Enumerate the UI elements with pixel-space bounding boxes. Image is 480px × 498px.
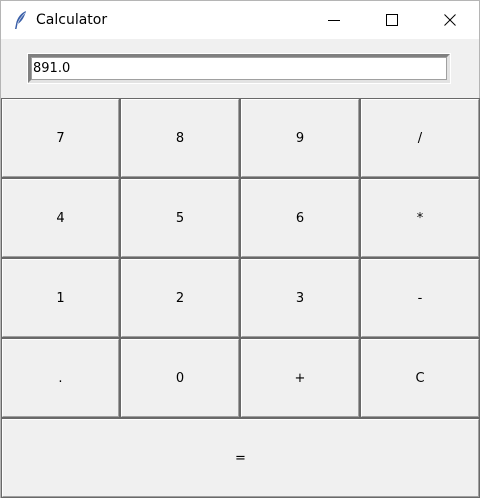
minimize-button[interactable] [305,1,363,39]
key-7[interactable]: 7 [1,98,120,178]
display-field[interactable] [28,54,450,83]
key-2[interactable]: 2 [120,258,240,338]
key-8[interactable]: 8 [120,98,240,178]
key-6[interactable]: 6 [240,178,360,258]
key-5[interactable]: 5 [120,178,240,258]
maximize-button[interactable] [363,1,421,39]
key-1[interactable]: 1 [1,258,120,338]
calculator-window: Calculator 7 8 9 / 4 5 6 * 1 2 3 - . 0 +… [0,0,480,498]
feather-icon [13,10,29,30]
close-button[interactable] [421,1,479,39]
close-icon [444,14,456,26]
display-frame [27,53,451,84]
window-title: Calculator [36,12,108,28]
key-multiply[interactable]: * [360,178,480,258]
key-divide[interactable]: / [360,98,480,178]
key-clear[interactable]: C [360,338,480,418]
key-4[interactable]: 4 [1,178,120,258]
key-3[interactable]: 3 [240,258,360,338]
key-subtract[interactable]: - [360,258,480,338]
maximize-icon [386,14,398,26]
key-add[interactable]: + [240,338,360,418]
minimize-icon [328,14,340,26]
title-bar[interactable]: Calculator [1,1,479,39]
key-equals[interactable]: = [1,418,480,498]
key-0[interactable]: 0 [120,338,240,418]
key-decimal[interactable]: . [1,338,120,418]
key-9[interactable]: 9 [240,98,360,178]
